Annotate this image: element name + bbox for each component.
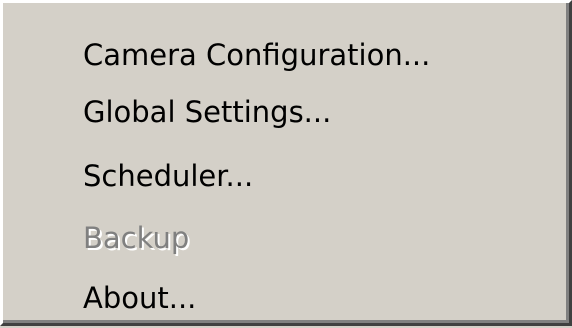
menu-item-camera-configuration[interactable]: Camera Configuration...: [6, 25, 563, 85]
menu-item-label: Scheduler...: [83, 159, 254, 193]
context-menu: Camera Configuration... Global Settings.…: [0, 0, 572, 326]
menu-item-label: Global Settings...: [83, 95, 332, 129]
menu-item-label: Backup: [83, 221, 190, 255]
menu-item-label: Camera Configuration...: [83, 38, 431, 72]
menu-item-scheduler[interactable]: Scheduler...: [6, 146, 563, 206]
menu-item-about[interactable]: About...: [6, 268, 563, 328]
menu-item-backup: Backup: [6, 208, 563, 268]
menu-item-global-settings[interactable]: Global Settings...: [6, 82, 563, 142]
menu-item-label: About...: [83, 281, 197, 315]
